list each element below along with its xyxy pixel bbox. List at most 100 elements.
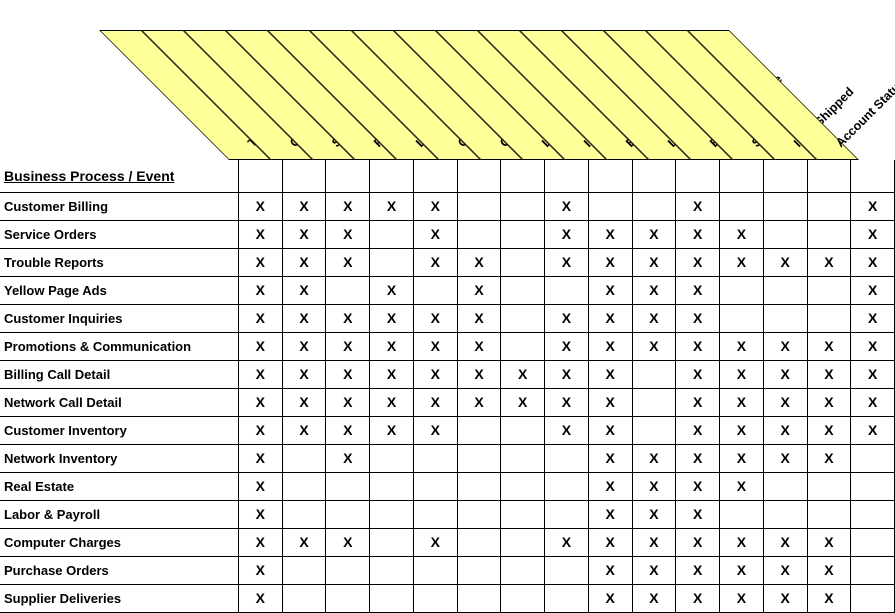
column-header-label: Customer [287, 99, 338, 150]
matrix-cell: X [807, 444, 851, 472]
matrix-cell: X [413, 528, 457, 556]
matrix-cell: X [545, 388, 589, 416]
matrix-cell [282, 584, 326, 612]
matrix-cell: X [282, 220, 326, 248]
matrix-cell [282, 556, 326, 584]
matrix-cell [501, 472, 545, 500]
matrix-cell: X [763, 332, 807, 360]
matrix-cell [457, 584, 501, 612]
matrix-cell [763, 276, 807, 304]
column-header-bg [267, 30, 439, 160]
matrix-cell [370, 556, 414, 584]
matrix-cell: X [588, 248, 632, 276]
matrix-cell: X [326, 248, 370, 276]
matrix-cell: X [807, 584, 851, 612]
matrix-cell: X [720, 220, 764, 248]
column-header-label: Account Status [833, 75, 895, 150]
header-spacer [238, 160, 282, 192]
matrix-cell: X [807, 248, 851, 276]
matrix-cell: X [720, 360, 764, 388]
matrix-cell: X [807, 528, 851, 556]
matrix-cell: X [282, 248, 326, 276]
matrix-cell [413, 584, 457, 612]
matrix-cell [807, 276, 851, 304]
column-header: Location [649, 0, 691, 160]
matrix-cell: X [457, 360, 501, 388]
matrix-cell [545, 276, 589, 304]
column-header-label: Internal Organization [581, 52, 679, 150]
matrix-wrapper: TimeCustomerServiceRate CategoryLocal Sv… [0, 0, 895, 613]
matrix-cell [282, 500, 326, 528]
matrix-cell: X [632, 556, 676, 584]
header-row: Business Process / Event [0, 160, 895, 192]
matrix-cell: X [413, 360, 457, 388]
matrix-cell: X [588, 584, 632, 612]
matrix-cell: X [326, 220, 370, 248]
matrix-cell: X [807, 360, 851, 388]
matrix-cell: X [676, 416, 720, 444]
column-header-bg [603, 30, 775, 160]
row-label: Network Inventory [0, 444, 238, 472]
matrix-cell: X [676, 220, 720, 248]
matrix-cell [370, 584, 414, 612]
matrix-cell: X [238, 416, 282, 444]
matrix-cell: X [326, 388, 370, 416]
matrix-cell [763, 192, 807, 220]
matrix-cell: X [370, 360, 414, 388]
matrix-cell: X [763, 360, 807, 388]
matrix-cell: X [851, 192, 895, 220]
row-label: Network Call Detail [0, 388, 238, 416]
matrix-cell [457, 556, 501, 584]
matrix-cell [413, 556, 457, 584]
matrix-cell: X [413, 248, 457, 276]
matrix-cell [326, 584, 370, 612]
matrix-cell: X [676, 332, 720, 360]
matrix-cell: X [676, 584, 720, 612]
matrix-cell [326, 556, 370, 584]
matrix-cell [457, 192, 501, 220]
matrix-cell: X [282, 332, 326, 360]
matrix-cell: X [676, 500, 720, 528]
table-row: Labor & PayrollXXXX [0, 500, 895, 528]
matrix-cell: X [238, 248, 282, 276]
column-header: Long Dist Provider [523, 0, 565, 160]
matrix-cell: X [413, 220, 457, 248]
matrix-cell: X [501, 388, 545, 416]
table-row: Service OrdersXXXXXXXXXX [0, 220, 895, 248]
matrix-cell [807, 472, 851, 500]
matrix-cell: X [238, 556, 282, 584]
matrix-cell [545, 584, 589, 612]
column-header: Customer [271, 0, 313, 160]
matrix-cell: X [282, 276, 326, 304]
matrix-cell: X [326, 360, 370, 388]
matrix-cell: X [851, 416, 895, 444]
matrix-cell: X [588, 416, 632, 444]
column-header: Time [229, 0, 271, 160]
matrix-cell: X [676, 472, 720, 500]
table-row: Supplier DeliveriesXXXXXXX [0, 584, 895, 612]
row-label: Labor & Payroll [0, 500, 238, 528]
matrix-cell: X [763, 248, 807, 276]
matrix-cell: X [326, 192, 370, 220]
matrix-cell: X [413, 332, 457, 360]
matrix-cell [851, 584, 895, 612]
matrix-cell: X [326, 444, 370, 472]
matrix-cell: X [370, 416, 414, 444]
row-label: Customer Inventory [0, 416, 238, 444]
header-spacer [807, 160, 851, 192]
matrix-cell: X [588, 220, 632, 248]
column-header: Equipment Type [691, 0, 733, 160]
matrix-cell: X [545, 220, 589, 248]
header-spacer [720, 160, 764, 192]
column-header-bg [477, 30, 649, 160]
matrix-cell: X [370, 276, 414, 304]
column-header-bg [183, 30, 355, 160]
matrix-cell: X [720, 556, 764, 584]
matrix-cell [457, 500, 501, 528]
matrix-cell: X [282, 528, 326, 556]
table-row: Customer InventoryXXXXXXXXXXXX [0, 416, 895, 444]
matrix-cell [370, 248, 414, 276]
matrix-cell: X [588, 332, 632, 360]
column-header-label: Equipment Type [707, 72, 785, 150]
column-header: Service [313, 0, 355, 160]
